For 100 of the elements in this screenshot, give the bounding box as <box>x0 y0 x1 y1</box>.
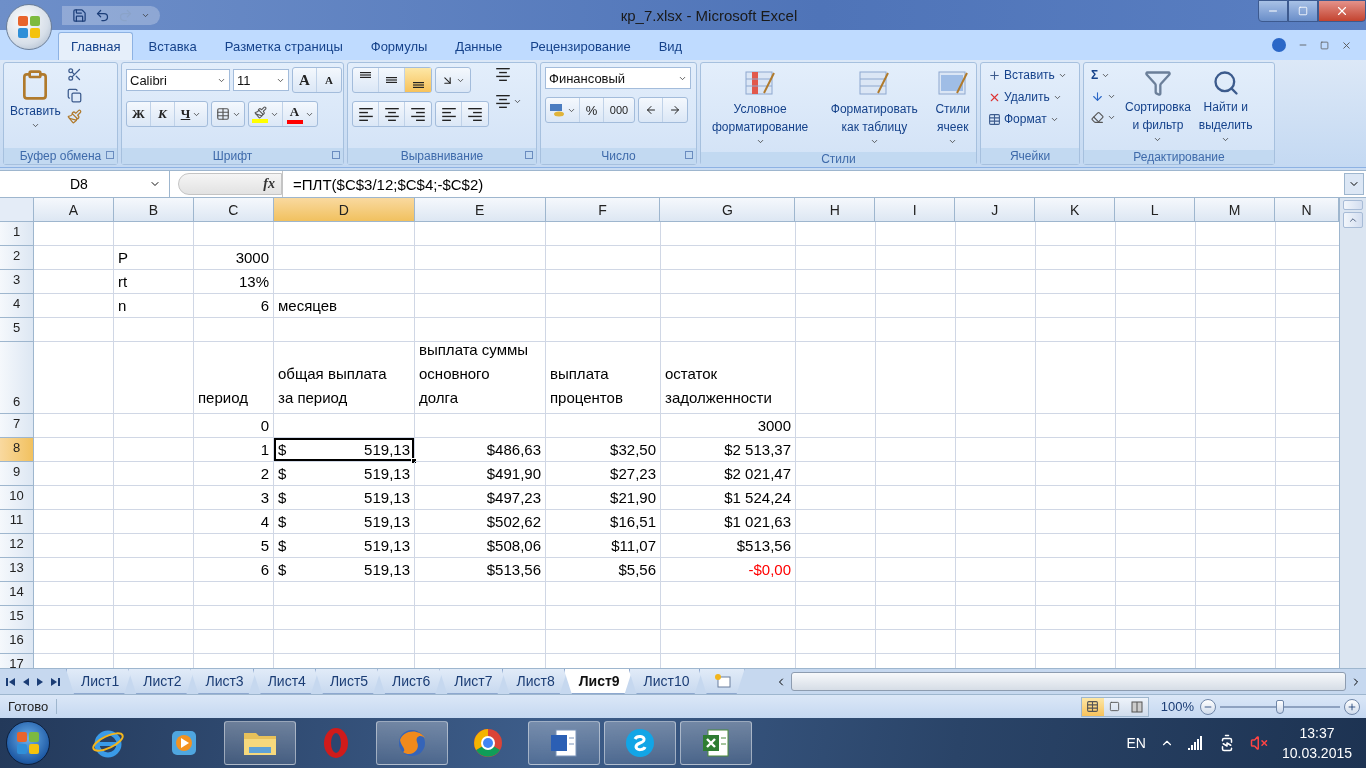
zoom-in-button[interactable] <box>1344 698 1360 715</box>
view-button[interactable] <box>1081 697 1104 716</box>
ribbon-tab[interactable]: Разметка страницы <box>211 32 356 60</box>
sheet-tab[interactable]: Лист8 <box>501 669 568 694</box>
zoom-thumb[interactable] <box>1276 699 1284 714</box>
brush-icon[interactable] <box>66 109 82 124</box>
sheet-tab[interactable]: Лист9 <box>563 669 633 694</box>
row-header[interactable]: 3 <box>0 270 34 294</box>
ribbon-tab[interactable]: Вид <box>645 32 696 60</box>
signal-icon[interactable] <box>1187 736 1204 750</box>
styles-button[interactable]: Форматировать как таблицу <box>819 67 930 148</box>
next-sheet-icon[interactable] <box>36 676 44 687</box>
row-header[interactable]: 6 <box>0 342 34 414</box>
italic-button[interactable]: К <box>151 102 175 126</box>
start-button[interactable] <box>6 721 50 765</box>
sheet-tab[interactable]: Лист10 <box>628 669 703 694</box>
last-sheet-icon[interactable] <box>50 676 60 687</box>
row-header[interactable]: 9 <box>0 462 34 486</box>
column-header[interactable]: F <box>545 198 661 222</box>
column-header[interactable]: I <box>875 198 956 222</box>
column-header[interactable]: J <box>955 198 1036 222</box>
cells-button[interactable]: Формат <box>985 111 1062 127</box>
close-button[interactable] <box>1318 0 1366 22</box>
styles-button[interactable]: Условное форматирование <box>705 67 816 148</box>
sheet-tab[interactable]: Лист6 <box>377 669 444 694</box>
row-header[interactable]: 1 <box>0 222 34 246</box>
dialog-launcher-icon[interactable] <box>685 151 693 159</box>
row-header[interactable]: 11 <box>0 510 34 534</box>
save-icon[interactable] <box>72 7 87 23</box>
sheet-tab[interactable]: Лист7 <box>439 669 506 694</box>
underline-button[interactable]: Ч <box>175 102 207 126</box>
column-header[interactable]: B <box>113 198 194 222</box>
autosum-button[interactable]: Σ <box>1088 67 1114 83</box>
font-name-field[interactable]: Calibri <box>126 69 230 91</box>
cut-icon[interactable] <box>66 67 82 82</box>
name-box[interactable]: D8 <box>0 171 170 197</box>
sheet-tab[interactable]: Лист3 <box>190 669 257 694</box>
font-color-button[interactable]: A <box>283 102 317 126</box>
row-header[interactable]: 12 <box>0 534 34 558</box>
sheet-tab[interactable]: Лист1 <box>66 669 133 694</box>
clock[interactable]: 13:37 10.03.2015 <box>1281 723 1352 763</box>
ribbon-tab[interactable]: Вставка <box>135 32 210 60</box>
row-header[interactable]: 2 <box>0 246 34 270</box>
ribbon-tab[interactable]: Формулы <box>357 32 441 60</box>
percent-button[interactable]: % <box>580 98 604 122</box>
muted-speaker-icon[interactable] <box>1249 734 1268 752</box>
previous-sheet-icon[interactable] <box>22 676 30 687</box>
row-header[interactable]: 8 <box>0 438 34 462</box>
column-header[interactable]: K <box>1035 198 1116 222</box>
split-handle[interactable] <box>1343 200 1363 210</box>
taskbar-button[interactable] <box>680 721 752 765</box>
restore-button[interactable] <box>1288 0 1318 22</box>
column-header[interactable]: M <box>1195 198 1275 222</box>
language-indicator[interactable]: EN <box>1126 735 1146 751</box>
wrap-text-button[interactable] <box>493 67 513 82</box>
zoom-out-button[interactable] <box>1200 698 1216 715</box>
column-header[interactable]: C <box>193 198 274 222</box>
thousands-button[interactable]: 000 <box>604 98 634 122</box>
expand-button[interactable] <box>1344 173 1364 195</box>
font-size-field[interactable]: 11 <box>233 69 289 91</box>
editing-button[interactable]: Сортировка и фильтр <box>1123 67 1193 146</box>
close-icon[interactable] <box>1341 39 1352 51</box>
taskbar-button[interactable] <box>528 721 600 765</box>
bold-button[interactable]: Ж <box>127 102 151 126</box>
grow-font-button[interactable]: A <box>293 68 317 92</box>
copy-icon[interactable] <box>66 88 82 103</box>
row-header[interactable]: 14 <box>0 582 34 606</box>
ribbon-tab[interactable]: Рецензирование <box>517 32 644 60</box>
ribbon-tab[interactable]: Главная <box>58 32 134 60</box>
office-button[interactable] <box>6 4 52 50</box>
shrink-font-button[interactable]: A <box>317 68 341 92</box>
taskbar-button[interactable] <box>376 721 448 765</box>
taskbar-button[interactable] <box>224 721 296 765</box>
ribbon-tab[interactable]: Данные <box>442 32 516 60</box>
sheet-tab[interactable]: Лист4 <box>252 669 319 694</box>
row-header[interactable]: 10 <box>0 486 34 510</box>
column-header[interactable]: L <box>1115 198 1196 222</box>
new-sheet-tab[interactable] <box>698 669 745 694</box>
minimize-button[interactable] <box>1258 0 1288 22</box>
column-header[interactable]: E <box>414 198 546 222</box>
horizontal-scrollbar[interactable] <box>790 672 1346 691</box>
row-header[interactable]: 13 <box>0 558 34 582</box>
row-header[interactable]: 7 <box>0 414 34 438</box>
fill-color-button[interactable] <box>249 102 283 126</box>
column-header[interactable]: H <box>795 198 876 222</box>
restore-icon[interactable] <box>1320 40 1329 50</box>
column-header[interactable]: D <box>273 198 415 222</box>
sheet-tab[interactable]: Лист2 <box>128 669 195 694</box>
help-icon[interactable] <box>1272 38 1286 52</box>
editing-button[interactable]: Найти и выделить <box>1196 67 1255 146</box>
dialog-launcher-icon[interactable] <box>332 151 340 159</box>
view-button[interactable] <box>1125 697 1148 716</box>
row-header[interactable]: 16 <box>0 630 34 654</box>
selected-cell[interactable]: $ 519,13 <box>274 438 415 462</box>
first-sheet-icon[interactable] <box>6 676 16 687</box>
insert-function-button[interactable]: fx <box>263 176 275 192</box>
row-header[interactable]: 4 <box>0 294 34 318</box>
view-button[interactable] <box>1103 697 1126 716</box>
paste-button[interactable]: Вставить <box>8 67 63 132</box>
row-header[interactable]: 15 <box>0 606 34 630</box>
